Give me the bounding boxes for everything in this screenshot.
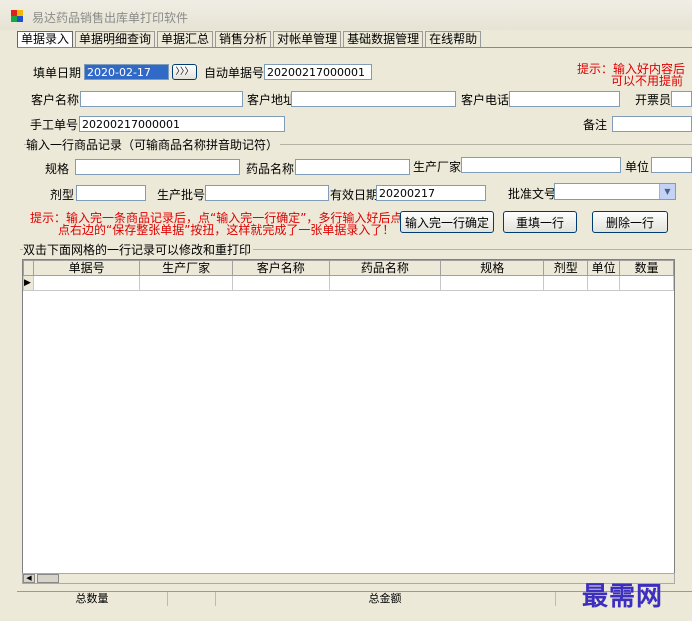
row-indicator-icon: ▶ [23,275,34,291]
scroll-thumb[interactable] [37,574,59,583]
drug-name-label: 药品名称 [246,162,295,176]
total-quantity-label: 总数量 [17,592,168,606]
date-label: 填单日期 [33,66,82,80]
tab-entry[interactable]: 单据录入 [17,31,74,48]
issuer-label: 开票员 [635,93,672,107]
manual-number-input[interactable] [79,116,285,132]
form-label: 剂型 [50,188,75,202]
batch-input[interactable] [205,185,329,201]
customer-name-input[interactable] [80,91,243,107]
entry-tip-line2: 点右边的“保存整张单据”按扭，这样就完成了一张单据录入了！ [58,223,395,237]
date-picker-button[interactable]: 〉〉〉 [172,64,197,80]
watermark-text: 最需网 [582,582,664,612]
table-cell[interactable] [328,275,442,291]
app-window: 易达药品销售出库单打印软件 单据录入 单据明细查询 单据汇总 销售分析 对帐单管… [0,0,692,621]
form-input[interactable] [76,185,146,201]
auto-number-label: 自动单据号 [204,66,265,80]
tab-bar: 单据录入 单据明细查询 单据汇总 销售分析 对帐单管理 基础数据管理 在线帮助 [17,31,483,48]
expiry-input[interactable] [376,185,486,201]
batch-label: 生产批号 [157,188,206,202]
expiry-label: 有效日期 [330,188,379,202]
total-quantity-value [167,592,216,606]
window-title: 易达药品销售出库单打印软件 [32,11,189,25]
confirm-row-button[interactable]: 输入完一行确定 [400,211,494,233]
header-tip-line2: 可以不用提前 [611,74,684,88]
tab-online-help[interactable]: 在线帮助 [425,31,482,47]
table-row[interactable]: ▶ [23,275,674,291]
note-input[interactable] [612,116,692,132]
unit-input[interactable] [651,157,692,173]
customer-address-input[interactable] [291,91,456,107]
date-input[interactable] [84,64,169,80]
spec-label: 规格 [45,162,70,176]
column-header[interactable]: 规格 [440,260,545,276]
tab-statement[interactable]: 对帐单管理 [273,31,342,47]
scroll-left-arrow-icon[interactable]: ◀ [23,574,35,583]
total-amount-label: 总金额 [215,592,556,606]
issuer-input[interactable] [671,91,692,107]
customer-phone-input[interactable] [509,91,620,107]
customer-name-label: 客户名称 [31,93,80,107]
column-header[interactable]: 药品名称 [328,260,442,276]
title-bar: 易达药品销售出库单打印软件 [0,0,692,30]
table-cell[interactable] [32,275,141,291]
manufacturer-input[interactable] [461,157,621,173]
customer-address-label: 客户地址 [247,93,296,107]
drug-name-input[interactable] [295,159,410,175]
horizontal-scrollbar[interactable]: ◀ [22,573,675,584]
unit-label: 单位 [625,160,650,174]
column-header[interactable]: 客户名称 [232,260,330,276]
table-cell[interactable] [232,275,330,291]
grid-header-row: 单据号 生产厂家 客户名称 药品名称 规格 剂型 单位 数量 [23,260,674,276]
delete-row-button[interactable]: 删除一行 [592,211,668,233]
table-cell[interactable] [543,275,589,291]
approval-label: 批准文号 [508,187,557,201]
table-cell[interactable] [139,275,233,291]
tab-detail-query[interactable]: 单据明细查询 [75,31,156,47]
item-group-title: 输入一行商品记录（可输商品名称拼音助记符） [26,137,281,153]
grid-group-title: 双击下面网格的一行记录可以修改和重打印 [23,242,254,258]
row-indicator-header [23,260,34,276]
column-header[interactable]: 数量 [619,260,674,276]
manufacturer-label: 生产厂家 [413,160,462,174]
refill-row-button[interactable]: 重填一行 [503,211,577,233]
column-header[interactable]: 剂型 [543,260,589,276]
tab-sales-analysis[interactable]: 销售分析 [215,31,272,47]
tab-base-data[interactable]: 基础数据管理 [343,31,424,47]
column-header[interactable]: 生产厂家 [139,260,233,276]
tab-summary[interactable]: 单据汇总 [157,31,214,47]
approval-select[interactable]: ▼ [554,183,676,200]
records-grid[interactable]: 单据号 生产厂家 客户名称 药品名称 规格 剂型 单位 数量 ▶ [22,259,675,574]
spec-input[interactable] [75,159,240,175]
chevron-down-icon[interactable]: ▼ [659,184,675,199]
table-cell[interactable] [440,275,545,291]
note-label: 备注 [583,118,608,132]
table-cell[interactable] [619,275,674,291]
app-logo-icon [11,10,23,22]
manual-number-label: 手工单号 [30,118,79,132]
column-header[interactable]: 单位 [587,260,621,276]
table-cell[interactable] [587,275,621,291]
column-header[interactable]: 单据号 [32,260,141,276]
customer-phone-label: 客户电话 [461,93,510,107]
auto-number-input[interactable] [264,64,372,80]
